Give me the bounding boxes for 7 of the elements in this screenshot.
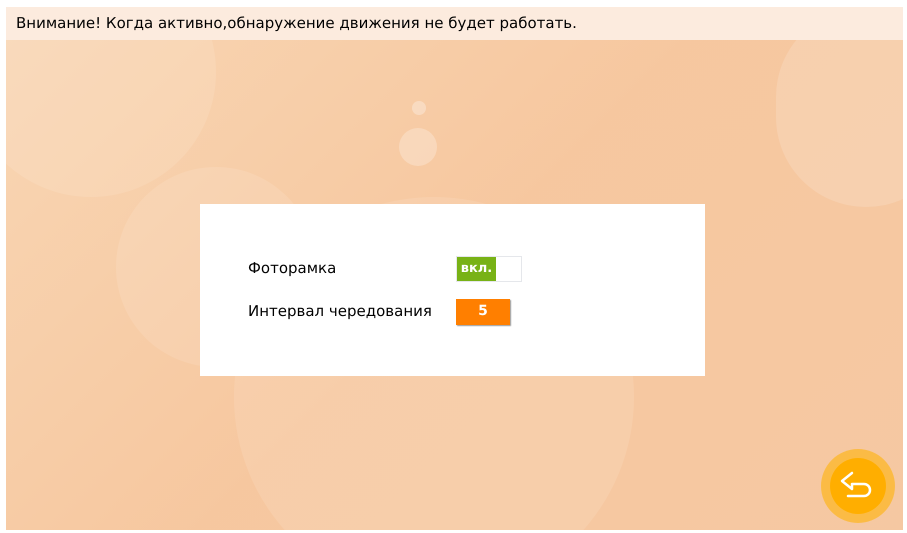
toggle-switch[interactable]: вкл.: [456, 256, 522, 282]
background-bubble-drawing: [399, 128, 437, 166]
setting-label: Фоторамка: [248, 258, 338, 280]
value-button[interactable]: 5: [456, 298, 510, 324]
background-bubble-drawing: [412, 101, 426, 115]
notice-text: Внимание! Когда активно,обнаружение движения не будет работать.: [16, 13, 577, 34]
setting-label: Интервал чередования: [248, 301, 433, 322]
